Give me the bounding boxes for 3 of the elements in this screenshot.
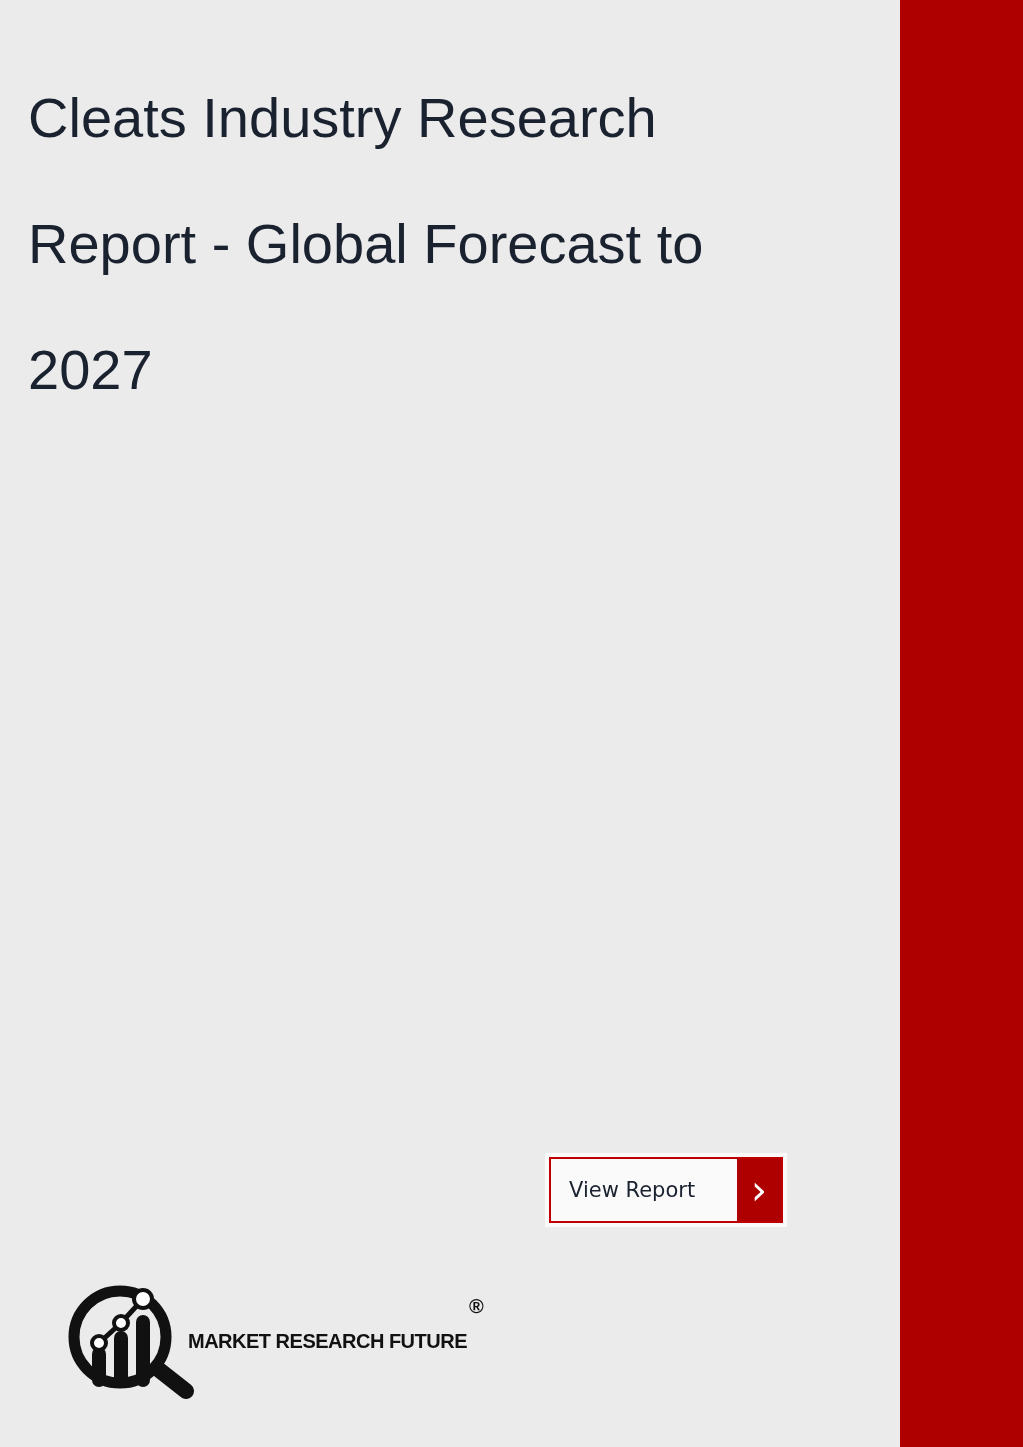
report-title: Cleats Industry Research Report - Global Forecast to 2027 xyxy=(28,85,705,403)
registered-mark: ® xyxy=(469,1295,484,1318)
company-name: MARKET RESEARCH FUTURE xyxy=(188,1329,467,1353)
